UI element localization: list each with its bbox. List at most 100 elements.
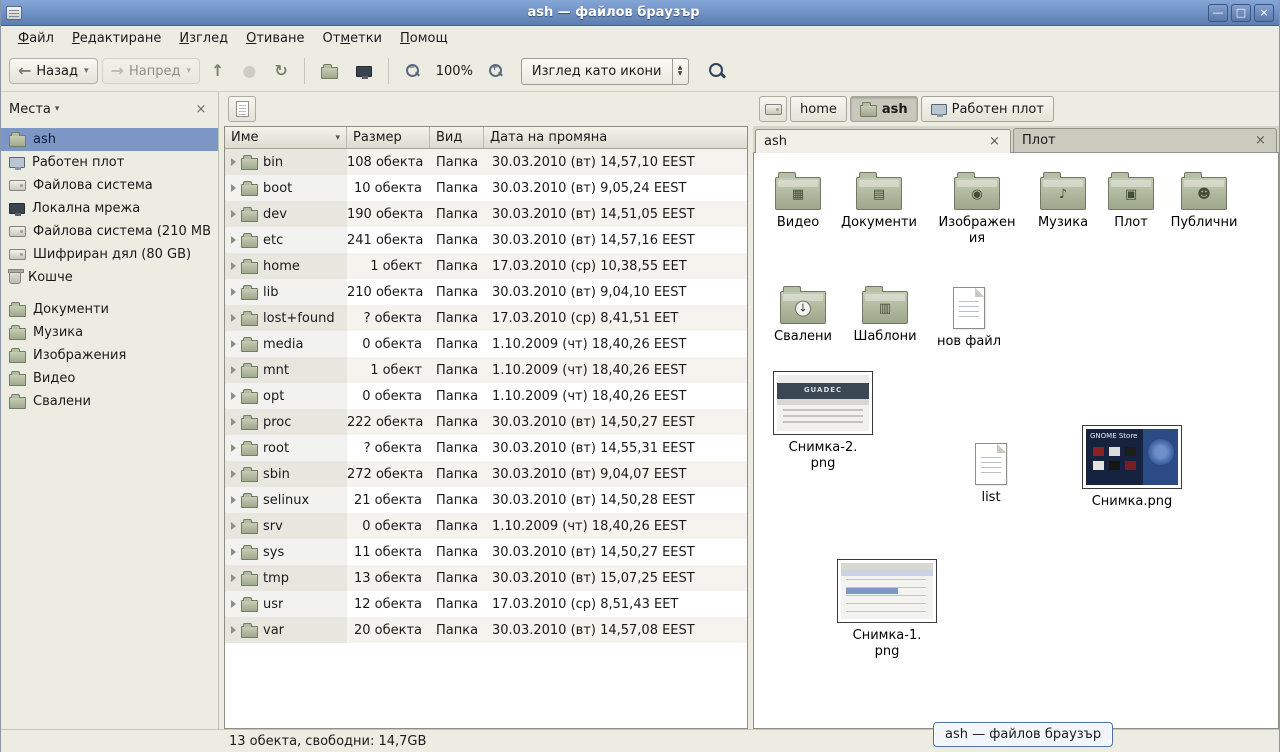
expander-icon[interactable]: [231, 522, 236, 530]
up-button[interactable]: ↑: [204, 58, 231, 84]
tab[interactable]: ash ×: [755, 129, 1011, 153]
icon-view-image[interactable]: GUADEC Снимка-2. png: [771, 371, 875, 472]
menu-item[interactable]: Файл: [9, 28, 63, 49]
menu-item[interactable]: Изглед: [170, 28, 237, 49]
stop-button[interactable]: ●: [235, 58, 263, 84]
sidebar-item[interactable]: Локална мрежа: [1, 197, 218, 220]
icon-view-folder[interactable]: ▣ Плот: [1089, 169, 1173, 231]
icon-view-file[interactable]: нов файл: [927, 283, 1011, 350]
icon-view-file[interactable]: list: [949, 439, 1033, 506]
sidebar-item[interactable]: Работен плот: [1, 151, 218, 174]
icon-view-folder[interactable]: ↓ Свалени: [761, 283, 845, 345]
expander-icon[interactable]: [231, 340, 236, 348]
close-button[interactable]: ×: [1254, 4, 1274, 22]
table-row[interactable]: lost+found ? обекта Папка 17.03.2010 (ср…: [225, 305, 747, 331]
expander-icon[interactable]: [231, 288, 236, 296]
breadcrumb-button[interactable]: ash: [850, 96, 918, 122]
minimize-button[interactable]: —: [1208, 4, 1228, 22]
breadcrumb-button[interactable]: home: [790, 96, 847, 122]
tab-close-icon[interactable]: ×: [1253, 133, 1268, 148]
search-button[interactable]: [703, 57, 731, 85]
expander-icon[interactable]: [231, 262, 236, 270]
icon-view-image[interactable]: GNOME Store Снимка.png: [1080, 425, 1184, 510]
pane-location-button[interactable]: [228, 96, 256, 122]
table-row[interactable]: root ? обекта Папка 30.03.2010 (вт) 14,5…: [225, 435, 747, 461]
sidebar-item[interactable]: ash: [1, 128, 218, 151]
sidebar-item[interactable]: Изображения: [1, 344, 218, 367]
computer-button[interactable]: [349, 61, 379, 82]
expander-icon[interactable]: [231, 496, 236, 504]
sidebar-item[interactable]: Файлова система (210 MB): [1, 220, 218, 243]
expander-icon[interactable]: [231, 548, 236, 556]
table-row[interactable]: bin 108 обекта Папка 30.03.2010 (вт) 14,…: [225, 149, 747, 175]
expander-icon[interactable]: [231, 210, 236, 218]
forward-button[interactable]: → Напред ▾: [102, 58, 200, 84]
sidebar-item[interactable]: Документи: [1, 298, 218, 321]
table-row[interactable]: media 0 обекта Папка 1.10.2009 (чт) 18,4…: [225, 331, 747, 357]
path-scroll-button[interactable]: [759, 96, 787, 122]
chevron-down-icon[interactable]: ▾: [55, 104, 60, 114]
table-row[interactable]: sbin 272 обекта Папка 30.03.2010 (вт) 9,…: [225, 461, 747, 487]
home-button[interactable]: [314, 59, 345, 84]
table-row[interactable]: etc 241 обекта Папка 30.03.2010 (вт) 14,…: [225, 227, 747, 253]
menu-item[interactable]: Помощ: [391, 28, 457, 49]
table-row[interactable]: selinux 21 обекта Папка 30.03.2010 (вт) …: [225, 487, 747, 513]
expander-icon[interactable]: [231, 418, 236, 426]
menu-item[interactable]: Отметки: [314, 28, 392, 49]
icon-view-folder[interactable]: ▥ Шаблони: [843, 283, 927, 345]
expander-icon[interactable]: [231, 314, 236, 322]
back-history-dropdown-icon[interactable]: ▾: [84, 66, 89, 76]
sidebar-item[interactable]: Шифриран дял (80 GB): [1, 243, 218, 266]
expander-icon[interactable]: [231, 470, 236, 478]
icon-view-folder[interactable]: ☻ Публични: [1162, 169, 1246, 231]
reload-button[interactable]: ↻: [267, 58, 294, 84]
combo-stepper-icon[interactable]: ▲▼: [672, 59, 688, 84]
sidebar-item[interactable]: Видео: [1, 367, 218, 390]
expander-icon[interactable]: [231, 600, 236, 608]
table-row[interactable]: lib 210 обекта Папка 30.03.2010 (вт) 9,0…: [225, 279, 747, 305]
maximize-button[interactable]: □: [1231, 4, 1251, 22]
table-row[interactable]: proc 222 обекта Папка 30.03.2010 (вт) 14…: [225, 409, 747, 435]
back-button[interactable]: ← Назад ▾: [9, 58, 98, 84]
expander-icon[interactable]: [231, 184, 236, 192]
table-row[interactable]: mnt 1 обект Папка 1.10.2009 (чт) 18,40,2…: [225, 357, 747, 383]
expander-icon[interactable]: [231, 574, 236, 582]
sidebar-title[interactable]: Места: [9, 102, 51, 117]
expander-icon[interactable]: [231, 626, 236, 634]
expander-icon[interactable]: [231, 444, 236, 452]
expander-icon[interactable]: [231, 158, 236, 166]
table-row[interactable]: boot 10 обекта Папка 30.03.2010 (вт) 9,0…: [225, 175, 747, 201]
view-mode-combo[interactable]: Изглед като икони ▲▼: [521, 58, 689, 85]
table-row[interactable]: var 20 обекта Папка 30.03.2010 (вт) 14,5…: [225, 617, 747, 643]
zoom-out-button[interactable]: −: [398, 58, 428, 84]
sidebar-item[interactable]: Свалени: [1, 390, 218, 413]
tab-close-icon[interactable]: ×: [987, 134, 1002, 149]
table-row[interactable]: sys 11 обекта Папка 30.03.2010 (вт) 14,5…: [225, 539, 747, 565]
icon-view-image[interactable]: Снимка-1. png: [835, 559, 939, 660]
table-row[interactable]: srv 0 обекта Папка 1.10.2009 (чт) 18,40,…: [225, 513, 747, 539]
expander-icon[interactable]: [231, 392, 236, 400]
breadcrumb-button[interactable]: Работен плот: [921, 96, 1054, 122]
menu-item[interactable]: Редактиране: [63, 28, 170, 49]
table-row[interactable]: home 1 обект Папка 17.03.2010 (ср) 10,38…: [225, 253, 747, 279]
sidebar-item[interactable]: Кошче: [1, 266, 218, 289]
sidebar-close-icon[interactable]: ×: [192, 102, 210, 117]
sidebar-item[interactable]: Файлова система: [1, 174, 218, 197]
table-row[interactable]: usr 12 обекта Папка 17.03.2010 (ср) 8,51…: [225, 591, 747, 617]
zoom-in-button[interactable]: +: [481, 58, 511, 84]
column-header-date[interactable]: Дата на промяна: [484, 127, 747, 148]
expander-icon[interactable]: [231, 236, 236, 244]
tab[interactable]: Плот ×: [1013, 128, 1277, 152]
icon-view-folder[interactable]: ◉ Изображен ия: [935, 169, 1019, 247]
expander-icon[interactable]: [231, 366, 236, 374]
icon-view-folder[interactable]: ▦ Видео: [756, 169, 840, 231]
column-header-size[interactable]: Размер: [347, 127, 430, 148]
task-popup[interactable]: ash — файлов браузър: [933, 722, 1113, 747]
column-header-type[interactable]: Вид: [430, 127, 484, 148]
column-header-name[interactable]: Име ▾: [225, 127, 347, 148]
table-row[interactable]: opt 0 обекта Папка 1.10.2009 (чт) 18,40,…: [225, 383, 747, 409]
table-row[interactable]: dev 190 обекта Папка 30.03.2010 (вт) 14,…: [225, 201, 747, 227]
menu-item[interactable]: Отиване: [237, 28, 313, 49]
table-row[interactable]: tmp 13 обекта Папка 30.03.2010 (вт) 15,0…: [225, 565, 747, 591]
sidebar-item[interactable]: Музика: [1, 321, 218, 344]
